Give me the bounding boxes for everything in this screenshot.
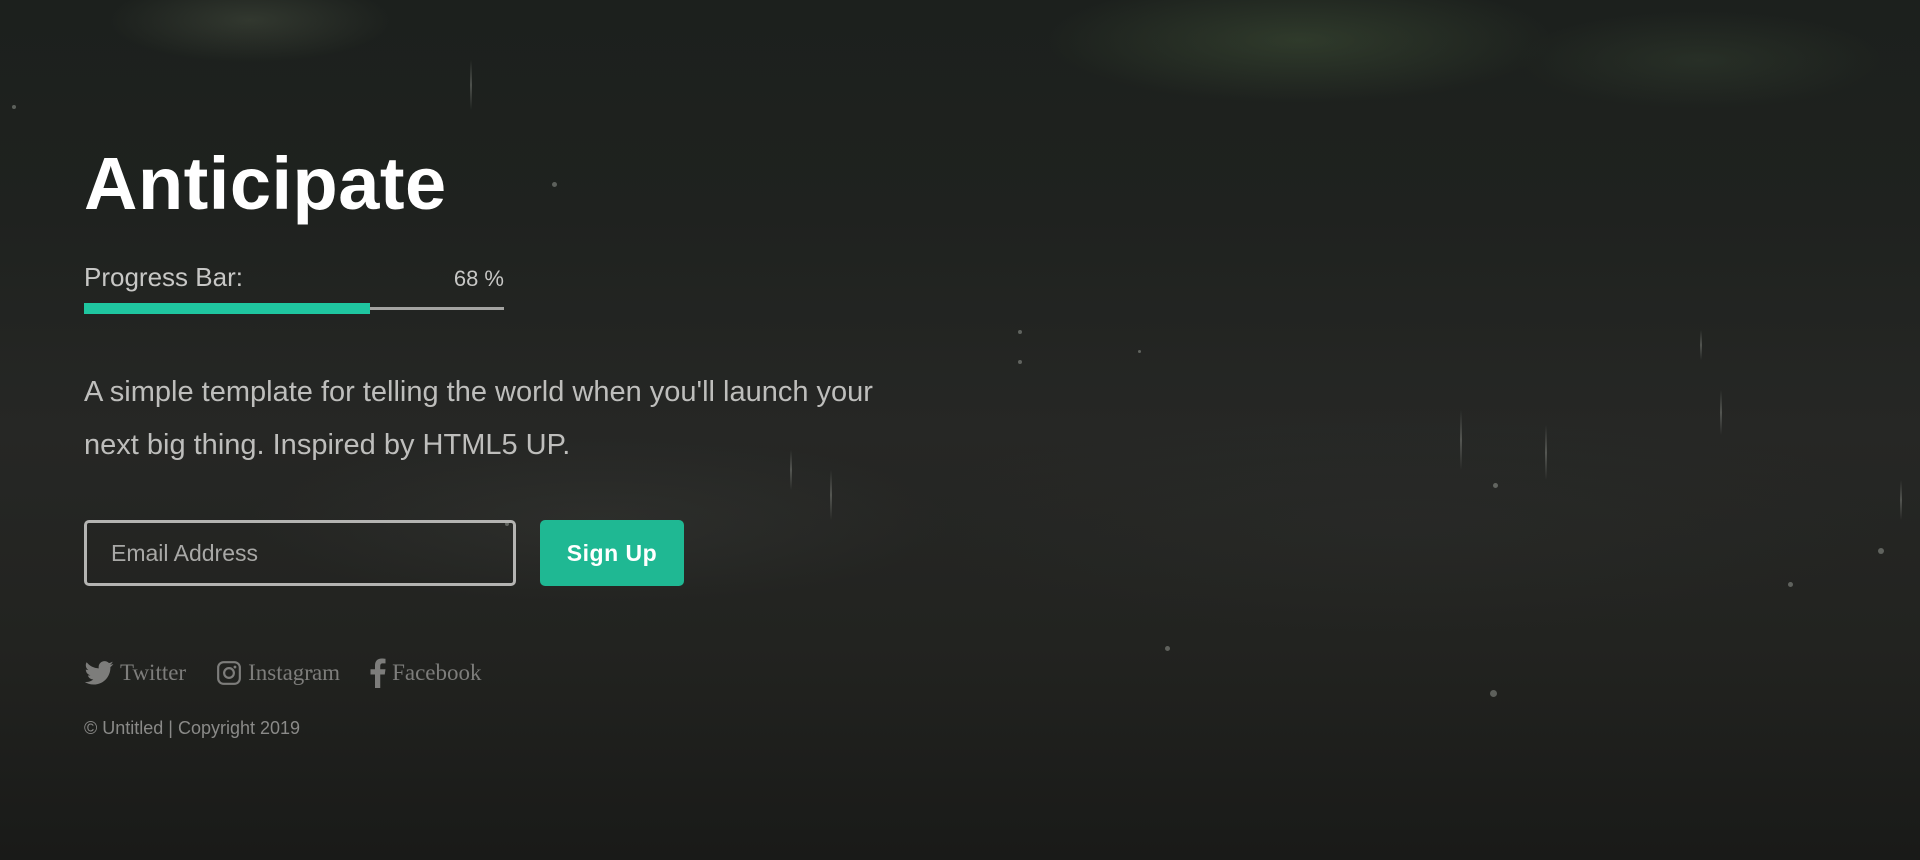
progress-percentage: 68 %	[453, 266, 504, 291]
facebook-label: Facebook	[392, 660, 482, 685]
facebook-link[interactable]: Facebook	[370, 658, 481, 688]
instagram-link[interactable]: Instagram	[216, 660, 340, 686]
progress-bar	[84, 303, 504, 314]
instagram-icon	[216, 660, 248, 686]
email-input[interactable]	[84, 520, 516, 586]
social-links: Twitter Instagram Facebook	[84, 658, 904, 688]
twitter-label: Twitter	[120, 660, 187, 685]
main-content: Anticipate Progress Bar: 68 % A simple t…	[84, 140, 904, 739]
progress-header: Progress Bar: 68 %	[84, 262, 504, 293]
twitter-icon	[84, 661, 120, 685]
page-title: Anticipate	[84, 142, 447, 225]
facebook-icon	[370, 658, 392, 688]
description-text: A simple template for telling the world …	[84, 376, 873, 461]
progress-label: Progress Bar:	[84, 262, 243, 292]
copyright-text: © Untitled | Copyright 2019	[84, 718, 301, 738]
twitter-link[interactable]: Twitter	[84, 660, 186, 686]
signup-form: Sign Up	[84, 520, 904, 586]
progress-bar-fill	[84, 303, 370, 314]
sign-up-button[interactable]: Sign Up	[540, 520, 684, 586]
instagram-label: Instagram	[248, 660, 341, 685]
